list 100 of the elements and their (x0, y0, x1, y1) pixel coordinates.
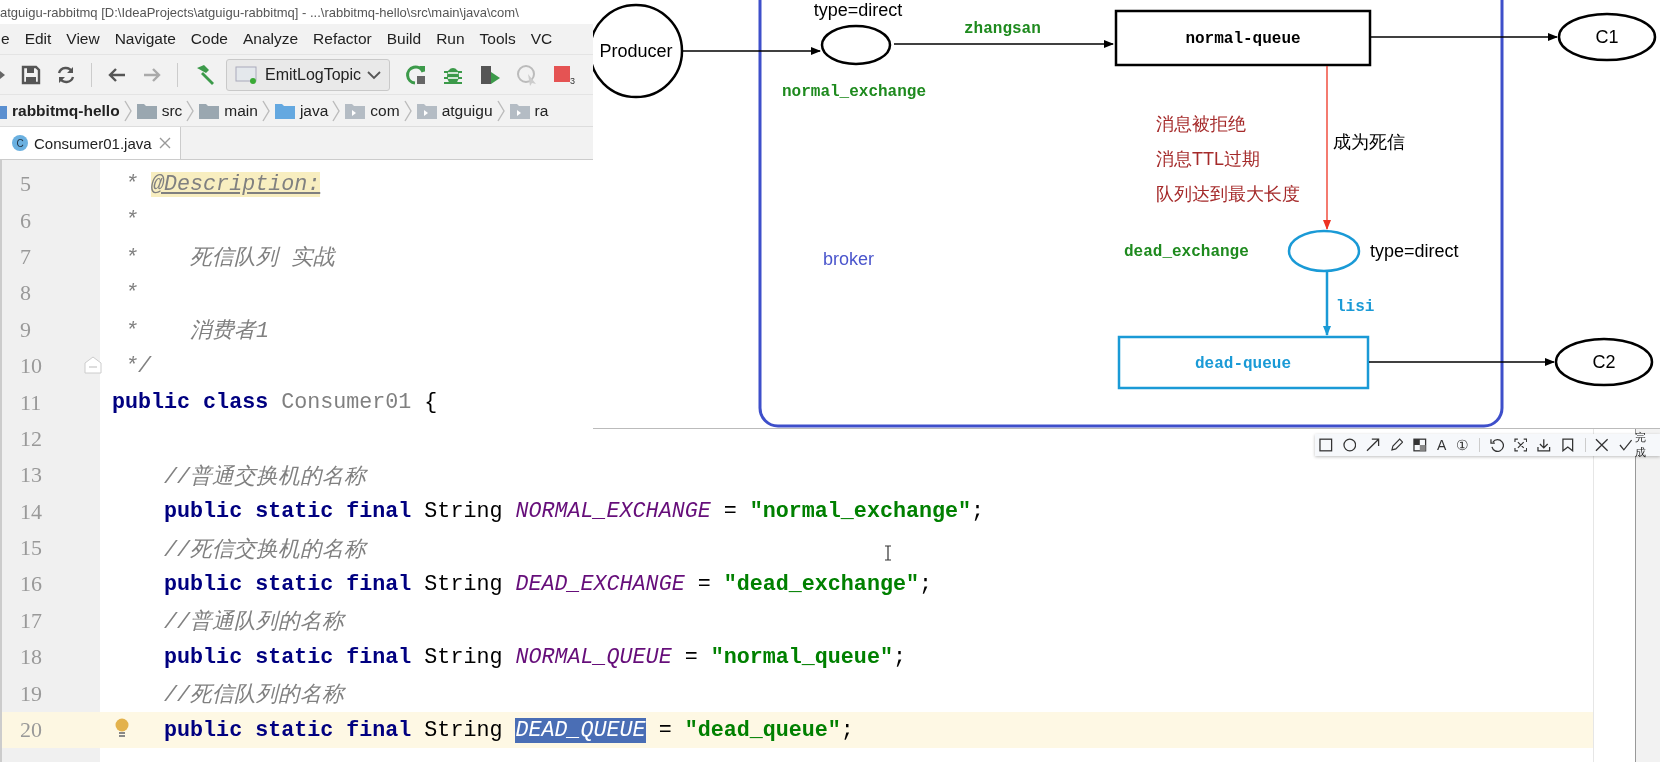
chevron-icon (331, 98, 342, 123)
code-line: public static final String NORMAL_QUEUE = "normal_queue"; (163, 644, 906, 670)
code-line: public static final String DEAD_QUEUE = "dead_queue"; (163, 717, 854, 743)
close-icon[interactable] (1595, 438, 1610, 452)
sync-icon[interactable] (56, 64, 76, 85)
code-line: * (124, 208, 139, 234)
mosaic-icon[interactable] (1413, 438, 1427, 452)
exchange-name: dead_exchange (1124, 243, 1249, 261)
line-number: 14 (20, 498, 42, 525)
producer-label: Producer (599, 41, 673, 61)
queue-label: dead-queue (1195, 355, 1291, 373)
consumer-label: C1 (1595, 27, 1619, 47)
done-button[interactable]: 完成 (1619, 430, 1656, 460)
menu-item[interactable]: VC (529, 30, 554, 48)
run-configuration-dropdown[interactable]: EmitLogTopic (226, 58, 391, 91)
dead-letter-label: 成为死信 (1333, 132, 1405, 152)
code-line: * (124, 280, 139, 306)
menu-item[interactable]: Build (385, 30, 423, 48)
pencil-icon[interactable] (1389, 438, 1404, 452)
line-number: 11 (20, 389, 42, 416)
exchange-type-label: type=direct (1370, 241, 1459, 261)
routing-key-label: lisi (1336, 298, 1375, 316)
chevron-icon (495, 98, 506, 123)
broker-label: broker (823, 249, 875, 269)
chevron-icon (122, 98, 133, 123)
menu-item[interactable]: Analyze (241, 30, 300, 48)
folder-icon (198, 101, 221, 120)
breadcrumb-item[interactable]: com (344, 101, 400, 120)
lightbulb-icon[interactable] (114, 717, 130, 738)
rerun-icon[interactable] (405, 63, 428, 86)
chevron-icon (402, 98, 413, 123)
breadcrumb-item[interactable]: ra (508, 101, 549, 120)
folder-icon (273, 101, 296, 120)
folder-icon (135, 101, 158, 120)
coverage-icon[interactable] (479, 63, 502, 86)
folder-icon (415, 101, 438, 120)
menu-item[interactable]: View (65, 30, 101, 48)
routing-key-label: zhangsan (964, 20, 1041, 38)
save-icon[interactable] (21, 64, 41, 85)
line-number: 8 (20, 280, 31, 307)
menu-item[interactable]: Navigate (113, 30, 177, 48)
breadcrumb-item[interactable]: rabbitmq-hello (0, 101, 120, 120)
code-line: public static final String DEAD_EXCHANGE = "dead_exchange"; (163, 572, 932, 597)
code-line: public static final String NORMAL_EXCHANGE = "normal_exchange"; (163, 499, 984, 525)
line-number: 9 (20, 316, 31, 343)
menu-item[interactable]: Refactor (312, 30, 373, 48)
line-number: 7 (20, 243, 31, 270)
editor-tab[interactable]: C Consumer01.java (0, 127, 181, 159)
menu-item[interactable]: Tools (478, 30, 517, 48)
rectangle-icon[interactable] (1319, 438, 1333, 452)
line-number: 12 (20, 425, 42, 452)
code-line: //死信队列的名称 (163, 682, 345, 709)
code-line: //死信交换机的名称 (163, 536, 367, 563)
tab-label: Consumer01.java (34, 134, 152, 152)
line-number: 18 (20, 644, 42, 671)
exchange-node (820, 24, 892, 66)
circle-icon[interactable] (1342, 438, 1357, 452)
run-config-icon (235, 64, 259, 85)
breadcrumb-item[interactable]: atguigu (415, 101, 493, 120)
caret-icon (367, 69, 382, 80)
dead-letter-reason: 队列达到最大长度 (1156, 184, 1300, 204)
line-number: 20 (20, 717, 42, 744)
code-line: //普通交换机的名称 (163, 463, 367, 490)
connector-arrow (1323, 272, 1331, 336)
folder-icon (344, 101, 367, 120)
consumer-label: C2 (1592, 352, 1616, 372)
fold-marker-icon[interactable] (84, 355, 102, 374)
line-number: 16 (20, 571, 42, 598)
code-line: * 消费者1 (124, 318, 270, 345)
menu-item[interactable]: Code (189, 30, 229, 48)
exchange-name: normal_exchange (782, 83, 927, 101)
line-number: 15 (20, 535, 42, 562)
menu-item[interactable]: e (0, 30, 11, 48)
queue-label: normal-queue (1185, 30, 1301, 48)
line-number: 6 (20, 207, 31, 234)
chevron-icon (185, 98, 196, 123)
dead-letter-reason: 消息被拒绝 (1156, 114, 1246, 134)
line-number: 17 (20, 607, 42, 634)
text-tool[interactable]: A (1436, 437, 1447, 453)
line-number: 13 (20, 462, 42, 489)
check-icon (1619, 438, 1633, 452)
line-number: 19 (20, 680, 42, 707)
menu-item[interactable]: Run (435, 30, 466, 48)
text-cursor-icon (884, 545, 892, 561)
undo-icon[interactable] (1490, 438, 1504, 452)
bookmark-icon[interactable] (1560, 438, 1575, 452)
window-title: atguigu-rabbitmq [D:\IdeaProjects\atguigu-rabbitmq] - ...\rabbitmq-hello\src\main\java\com\ (0, 4, 519, 20)
expand-icon[interactable] (1513, 438, 1528, 452)
breadcrumb-item[interactable]: java (273, 101, 329, 120)
breadcrumb-item[interactable]: src (135, 101, 183, 120)
code-line: * 死信队列 实战 (124, 245, 336, 272)
line-number: 5 (20, 171, 31, 198)
arrow-icon[interactable] (1366, 438, 1380, 452)
line-number: 10 (20, 353, 42, 380)
chevron-icon (260, 98, 271, 123)
code-line: //普通队列的名称 (163, 608, 345, 636)
step-tool[interactable]: ① (1456, 437, 1470, 453)
menu-item[interactable]: Edit (23, 30, 53, 48)
breadcrumb-item[interactable]: main (198, 101, 258, 120)
download-icon[interactable] (1537, 438, 1551, 452)
